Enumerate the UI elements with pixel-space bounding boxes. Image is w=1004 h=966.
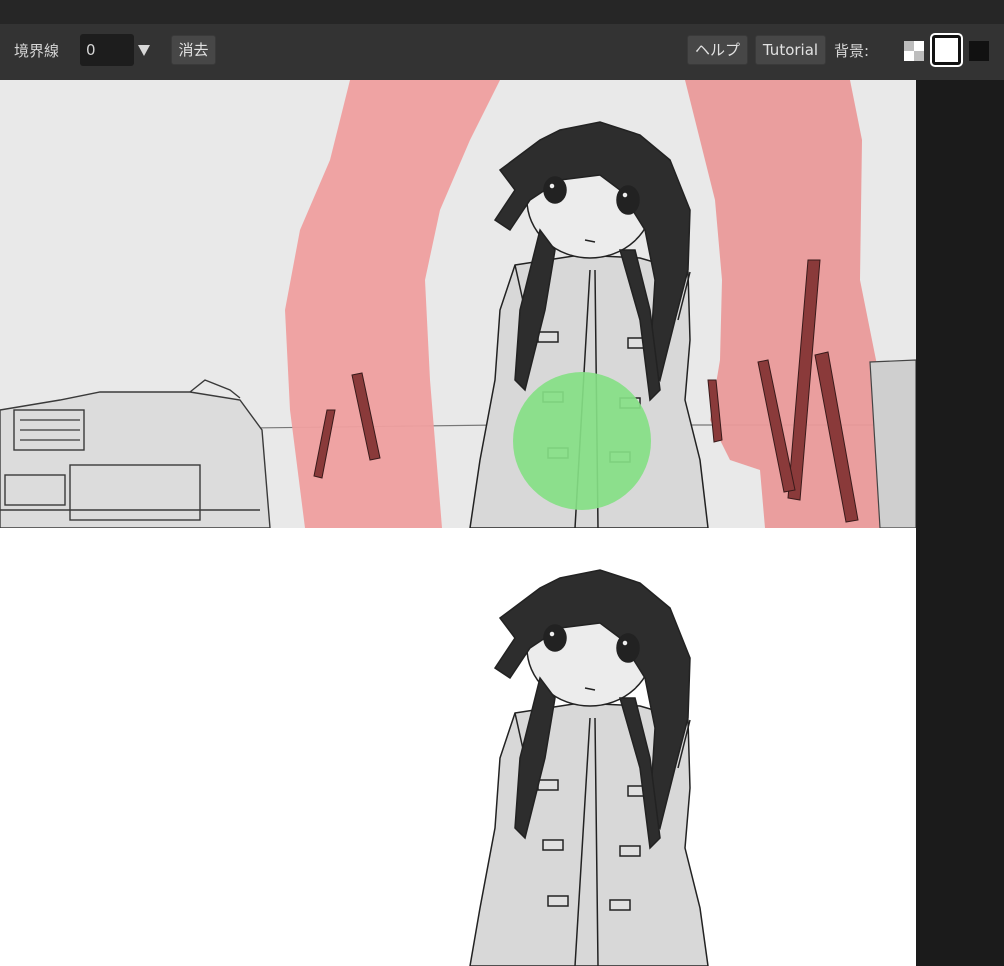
extracted-figure bbox=[469, 569, 709, 966]
edit-canvas[interactable] bbox=[0, 80, 916, 528]
result-preview-canvas bbox=[0, 528, 916, 966]
toolbar: 境界線 0 消去 ヘルプ Tutorial 背景: bbox=[0, 24, 1004, 80]
background-label: 背景: bbox=[834, 42, 870, 60]
border-label: 境界線 bbox=[14, 42, 60, 60]
border-width-input[interactable]: 0 bbox=[80, 34, 134, 66]
chevron-down-icon[interactable] bbox=[138, 45, 150, 56]
background-black-swatch[interactable] bbox=[969, 41, 989, 61]
window-top-bar bbox=[0, 0, 1004, 25]
tutorial-button[interactable]: Tutorial bbox=[755, 35, 826, 65]
background-white-swatch[interactable] bbox=[930, 33, 963, 67]
background-checker-swatch[interactable] bbox=[904, 41, 924, 61]
right-side-panel bbox=[916, 80, 1004, 966]
help-button[interactable]: ヘルプ bbox=[687, 35, 748, 65]
sketch-drawing bbox=[0, 80, 916, 528]
clear-button[interactable]: 消去 bbox=[171, 35, 216, 65]
